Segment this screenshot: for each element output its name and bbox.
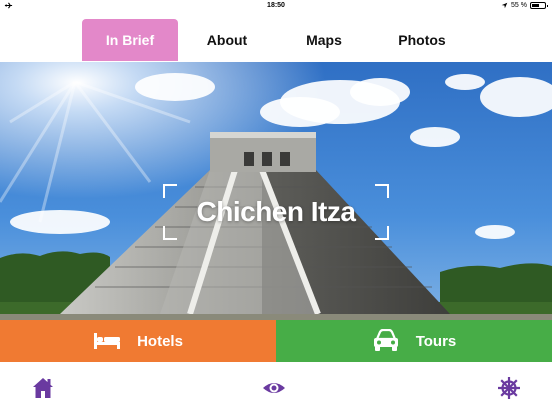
frame-corner xyxy=(163,226,177,240)
tab-about[interactable]: About xyxy=(186,19,268,61)
tab-maps[interactable]: Maps xyxy=(282,19,366,61)
frame-corner xyxy=(375,226,389,240)
tab-photos[interactable]: Photos xyxy=(380,19,464,61)
bottom-nav xyxy=(0,362,552,414)
eye-icon[interactable] xyxy=(262,376,286,400)
hero-title: Chichen Itza xyxy=(196,196,356,227)
battery-percent: 55 % xyxy=(511,2,527,9)
pyramid-photo xyxy=(0,62,552,320)
ship-wheel-icon[interactable] xyxy=(497,376,521,400)
hotels-label: Hotels xyxy=(137,332,183,350)
battery-icon xyxy=(530,2,548,9)
hotels-button[interactable]: Hotels xyxy=(0,320,276,362)
tours-label: Tours xyxy=(415,332,457,350)
location-arrow-icon xyxy=(501,2,508,9)
tours-button[interactable]: Tours xyxy=(276,320,552,362)
hero-image[interactable]: Chichen Itza xyxy=(0,62,552,320)
bed-icon xyxy=(94,333,121,349)
car-icon xyxy=(373,329,398,351)
home-icon[interactable] xyxy=(31,376,55,400)
tab-in-brief[interactable]: In Brief xyxy=(82,19,178,61)
top-tab-bar: In Brief About Maps Photos xyxy=(0,12,552,62)
status-time: 18:50 xyxy=(267,2,285,9)
status-bar: 18:50 55 % xyxy=(0,0,552,12)
